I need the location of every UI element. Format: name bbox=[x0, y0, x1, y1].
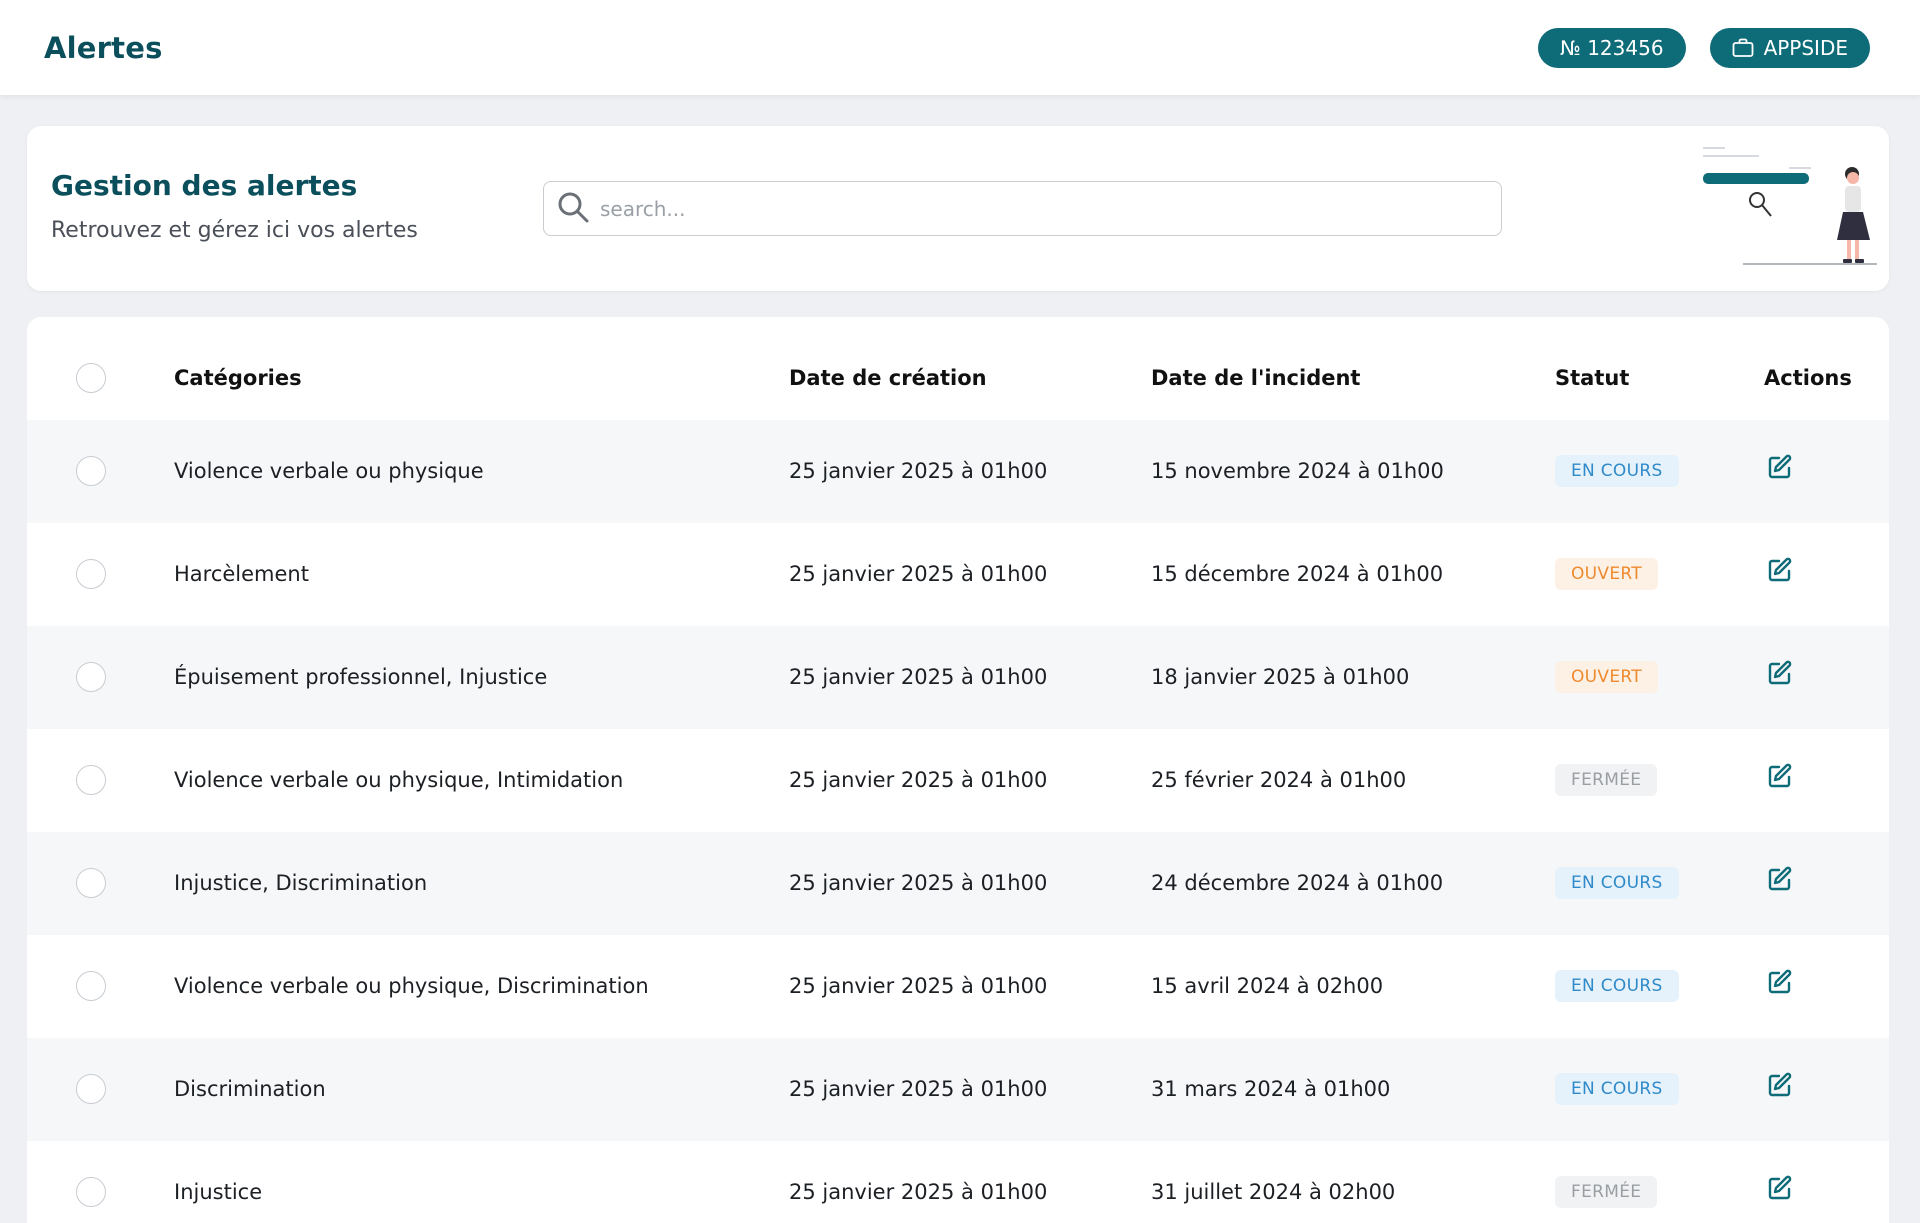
row-creation-date: 25 janvier 2025 à 01h00 bbox=[789, 768, 1048, 792]
row-categories: Discrimination bbox=[174, 1077, 326, 1101]
edit-icon[interactable] bbox=[1766, 1071, 1796, 1101]
row-checkbox[interactable] bbox=[76, 662, 106, 692]
column-header-categories[interactable]: Catégories bbox=[174, 366, 302, 390]
select-all-checkbox[interactable] bbox=[76, 363, 106, 393]
row-incident-date: 25 février 2024 à 01h00 bbox=[1151, 768, 1407, 792]
alerts-table: Catégories Date de création Date de l'in… bbox=[27, 317, 1889, 1223]
row-creation-date: 25 janvier 2025 à 01h00 bbox=[789, 871, 1048, 895]
row-checkbox[interactable] bbox=[76, 559, 106, 589]
status-badge: OUVERT bbox=[1555, 661, 1658, 693]
table-row[interactable]: Harcèlement 25 janvier 2025 à 01h00 15 déc… bbox=[27, 523, 1889, 626]
row-categories: Injustice bbox=[174, 1180, 263, 1204]
row-categories: Violence verbale ou physique, Discrimina… bbox=[174, 974, 649, 998]
edit-icon[interactable] bbox=[1766, 659, 1796, 689]
row-incident-date: 24 décembre 2024 à 01h00 bbox=[1151, 871, 1444, 895]
row-categories: Harcèlement bbox=[174, 562, 309, 586]
row-checkbox[interactable] bbox=[76, 1177, 106, 1207]
row-categories: Injustice, Discrimination bbox=[174, 871, 428, 895]
row-categories: Violence verbale ou physique bbox=[174, 459, 484, 483]
table-row[interactable]: Épuisement professionnel, Injustice 25 ja… bbox=[27, 626, 1889, 729]
table-row[interactable]: Violence verbale ou physique, Discrimina… bbox=[27, 935, 1889, 1038]
row-checkbox[interactable] bbox=[76, 456, 106, 486]
top-bar: Alertes № 123456 APPSIDE bbox=[0, 0, 1920, 95]
column-header-created[interactable]: Date de création bbox=[789, 366, 987, 390]
row-creation-date: 25 janvier 2025 à 01h00 bbox=[789, 665, 1048, 689]
status-badge: OUVERT bbox=[1555, 558, 1658, 590]
table-row[interactable]: Violence verbale ou physique 25 janvier 2… bbox=[27, 420, 1889, 523]
row-incident-date: 18 janvier 2025 à 01h00 bbox=[1151, 665, 1410, 689]
edit-icon[interactable] bbox=[1766, 556, 1796, 586]
status-badge: EN COURS bbox=[1555, 1073, 1679, 1105]
row-creation-date: 25 janvier 2025 à 01h00 bbox=[789, 562, 1048, 586]
row-creation-date: 25 janvier 2025 à 01h00 bbox=[789, 459, 1048, 483]
column-header-actions: Actions bbox=[1764, 366, 1852, 390]
row-checkbox[interactable] bbox=[76, 1074, 106, 1104]
column-header-status[interactable]: Statut bbox=[1555, 366, 1629, 390]
column-header-incident[interactable]: Date de l'incident bbox=[1151, 366, 1360, 390]
briefcase-icon bbox=[1732, 38, 1754, 58]
alerts-header-card: Gestion des alertes Retrouvez et gérez i… bbox=[27, 126, 1893, 291]
status-badge: EN COURS bbox=[1555, 970, 1679, 1002]
search-input[interactable] bbox=[600, 196, 1480, 221]
row-incident-date: 31 mars 2024 à 01h00 bbox=[1151, 1077, 1391, 1101]
edit-icon[interactable] bbox=[1766, 968, 1796, 998]
table-row[interactable]: Injustice, Discrimination 25 janvier 2025… bbox=[27, 832, 1889, 935]
row-checkbox[interactable] bbox=[76, 765, 106, 795]
row-creation-date: 25 janvier 2025 à 01h00 bbox=[789, 974, 1048, 998]
row-categories: Violence verbale ou physique, Intimidati… bbox=[174, 768, 624, 792]
row-checkbox[interactable] bbox=[76, 971, 106, 1001]
edit-icon[interactable] bbox=[1766, 1174, 1796, 1204]
page-title: Alertes bbox=[44, 30, 163, 65]
row-creation-date: 25 janvier 2025 à 01h00 bbox=[789, 1180, 1048, 1204]
search-illustration bbox=[1667, 142, 1893, 277]
account-number-button[interactable]: № 123456 bbox=[1538, 27, 1686, 68]
edit-icon[interactable] bbox=[1766, 865, 1796, 895]
row-categories: Épuisement professionnel, Injustice bbox=[174, 665, 548, 689]
status-badge: FERMÉE bbox=[1555, 764, 1658, 796]
search-box bbox=[543, 181, 1502, 236]
row-incident-date: 15 avril 2024 à 02h00 bbox=[1151, 974, 1384, 998]
topbar-actions: № 123456 APPSIDE bbox=[1538, 27, 1870, 68]
table-row[interactable]: Injustice 25 janvier 2025 à 01h00 31 juill… bbox=[27, 1141, 1889, 1223]
status-badge: FERMÉE bbox=[1555, 1176, 1658, 1208]
company-button[interactable]: APPSIDE bbox=[1709, 27, 1870, 68]
table-row[interactable]: Discrimination 25 janvier 2025 à 01h00 31 … bbox=[27, 1038, 1889, 1141]
status-badge: EN COURS bbox=[1555, 455, 1679, 487]
table-row[interactable]: Violence verbale ou physique, Intimidati… bbox=[27, 729, 1889, 832]
row-incident-date: 31 juillet 2024 à 02h00 bbox=[1151, 1180, 1396, 1204]
table-header-row: Catégories Date de création Date de l'in… bbox=[27, 317, 1889, 420]
search-icon bbox=[556, 190, 590, 228]
account-number-label: № 123456 bbox=[1560, 35, 1664, 60]
row-checkbox[interactable] bbox=[76, 868, 106, 898]
section-subtitle: Retrouvez et gérez ici vos alertes bbox=[51, 218, 418, 243]
edit-icon[interactable] bbox=[1766, 762, 1796, 792]
row-incident-date: 15 décembre 2024 à 01h00 bbox=[1151, 562, 1444, 586]
row-creation-date: 25 janvier 2025 à 01h00 bbox=[789, 1077, 1048, 1101]
status-badge: EN COURS bbox=[1555, 867, 1679, 899]
section-title: Gestion des alertes bbox=[51, 169, 358, 202]
company-label: APPSIDE bbox=[1763, 35, 1848, 60]
edit-icon[interactable] bbox=[1766, 453, 1796, 483]
row-incident-date: 15 novembre 2024 à 01h00 bbox=[1151, 459, 1444, 483]
